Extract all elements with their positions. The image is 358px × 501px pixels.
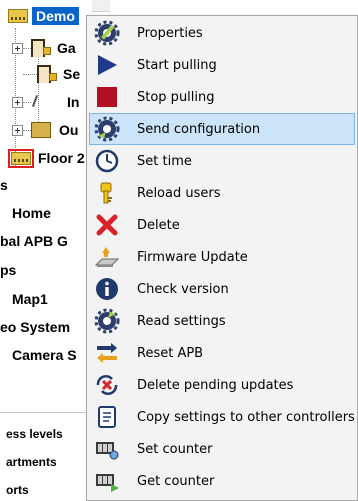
- menu-item-send-configuration[interactable]: Send configuration: [89, 113, 355, 145]
- map-icon: [8, 148, 34, 168]
- bottom-item[interactable]: ess levels: [6, 427, 63, 441]
- set-counter-icon: [91, 435, 123, 463]
- tree-node-label: Floor 2: [38, 150, 85, 166]
- bottom-item[interactable]: artments: [6, 455, 57, 469]
- menu-item-label: Delete pending updates: [137, 377, 294, 393]
- menu-item-label: Reset APB: [137, 345, 204, 361]
- menu-item-label: Check version: [137, 281, 229, 297]
- menu-item-get-counter[interactable]: Get counter: [89, 465, 355, 497]
- menu-item-set-counter[interactable]: Set counter: [89, 433, 355, 465]
- map-icon: [8, 9, 28, 23]
- door-icon: [31, 39, 51, 57]
- tree-section[interactable]: s: [0, 174, 8, 196]
- bottom-item[interactable]: orts: [6, 483, 29, 497]
- key-icon: [91, 179, 123, 207]
- info-icon: [91, 275, 123, 303]
- expand-toggle[interactable]: [12, 124, 23, 136]
- menu-item-label: Send configuration: [137, 121, 261, 137]
- menu-item-copy-settings[interactable]: Copy settings to other controllers: [89, 401, 355, 433]
- tree-node-label: Ga: [57, 40, 76, 56]
- play-triangle-icon: [91, 51, 123, 79]
- menu-item-label: Set time: [137, 153, 192, 169]
- menu-item-read-settings[interactable]: Read settings: [89, 305, 355, 337]
- tree-section[interactable]: Home: [12, 202, 51, 224]
- menu-item-label: Start pulling: [137, 57, 217, 73]
- menu-item-label: Properties: [137, 25, 203, 41]
- firmware-update-icon: [91, 243, 123, 271]
- tree-node-in[interactable]: In: [12, 90, 79, 114]
- tree-node-demo[interactable]: Demo: [8, 4, 79, 28]
- menu-item-label: Get counter: [137, 473, 215, 489]
- gear-send-icon: [91, 115, 123, 143]
- tree-section[interactable]: bal APB G: [0, 230, 68, 252]
- tree-section[interactable]: Map1: [12, 288, 48, 310]
- stop-square-icon: [91, 83, 123, 111]
- tree-node-ga[interactable]: Ga: [12, 36, 76, 60]
- gear-read-icon: [91, 307, 123, 335]
- door-icon: [37, 65, 57, 83]
- menu-item-label: Firmware Update: [137, 249, 248, 265]
- red-x-icon: [91, 211, 123, 239]
- menu-item-firmware-update[interactable]: Firmware Update: [89, 241, 355, 273]
- tree-section[interactable]: Camera S: [12, 344, 77, 366]
- menu-item-reload-users[interactable]: Reload users: [89, 177, 355, 209]
- menu-item-delete[interactable]: Delete: [89, 209, 355, 241]
- context-menu: Properties Start pulling Stop pulling Se…: [86, 15, 358, 501]
- expand-toggle[interactable]: [12, 42, 23, 54]
- get-counter-icon: [91, 467, 123, 495]
- menu-item-start-pulling[interactable]: Start pulling: [89, 49, 355, 81]
- tree-node-label: Demo: [32, 7, 79, 25]
- tree-node-floor-2[interactable]: Floor 2: [8, 146, 85, 170]
- tree-node-label: Se: [63, 66, 81, 82]
- copy-document-icon: [91, 403, 123, 431]
- input-icon: [31, 95, 45, 109]
- menu-item-label: Set counter: [137, 441, 213, 457]
- menu-item-label: Reload users: [137, 185, 221, 201]
- menu-item-reset-apb[interactable]: Reset APB: [89, 337, 355, 369]
- tree-node-label: Ou: [59, 122, 79, 138]
- menu-item-label: Delete: [137, 217, 180, 233]
- menu-item-check-version[interactable]: Check version: [89, 273, 355, 305]
- toolbar-strip: [92, 0, 110, 12]
- gear-wrench-icon: [91, 19, 123, 47]
- menu-item-set-time[interactable]: Set time: [89, 145, 355, 177]
- tree-node-label: In: [67, 94, 80, 110]
- expand-toggle[interactable]: [12, 96, 23, 108]
- output-icon: [31, 122, 51, 138]
- menu-item-delete-pending-updates[interactable]: Delete pending updates: [89, 369, 355, 401]
- reset-arrows-icon: [91, 339, 123, 367]
- menu-item-label: Read settings: [137, 313, 226, 329]
- tree-node-ou[interactable]: Ou: [12, 118, 78, 142]
- tree-section[interactable]: ps: [0, 259, 16, 281]
- menu-item-label: Stop pulling: [137, 89, 215, 105]
- tree-section[interactable]: eo System: [0, 316, 70, 338]
- clock-icon: [91, 147, 123, 175]
- menu-item-stop-pulling[interactable]: Stop pulling: [89, 81, 355, 113]
- tree-node-se[interactable]: Se: [23, 62, 80, 86]
- menu-item-label: Copy settings to other controllers: [137, 409, 355, 425]
- menu-item-properties[interactable]: Properties: [89, 17, 355, 49]
- delete-updates-icon: [91, 371, 123, 399]
